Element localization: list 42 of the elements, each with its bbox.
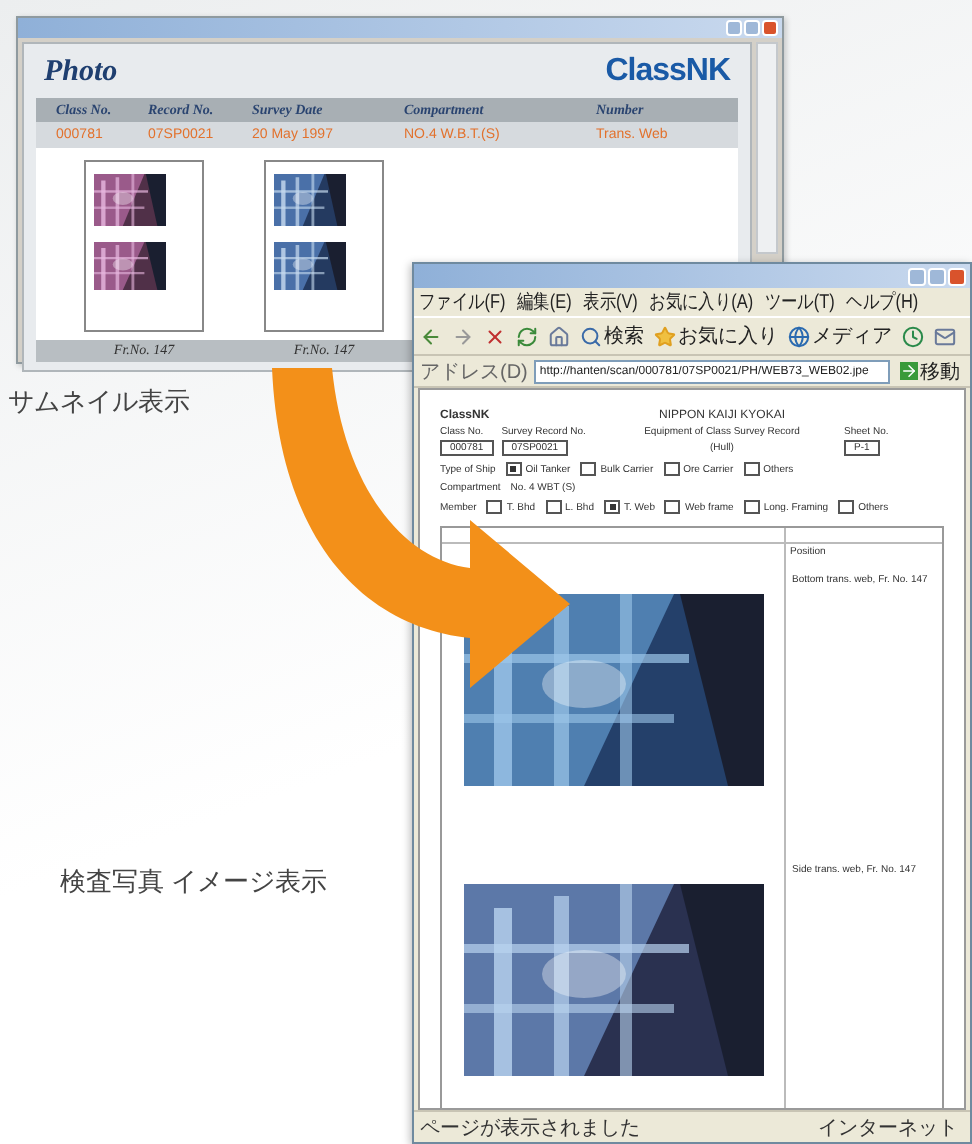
- menu-item[interactable]: 表示(V): [583, 288, 638, 316]
- zone-text: インターネット: [818, 1115, 958, 1141]
- checkbox[interactable]: [743, 500, 760, 514]
- go-button[interactable]: 移動: [896, 357, 964, 385]
- close-button[interactable]: [948, 267, 966, 285]
- address-label: アドレス(D): [420, 359, 528, 385]
- logo: ClassNK: [605, 54, 730, 90]
- star-icon: [654, 325, 676, 347]
- caption: サムネイル表示: [8, 384, 190, 420]
- favorites-button[interactable]: お気に入り: [654, 322, 778, 350]
- checkbox[interactable]: [664, 500, 681, 514]
- page-title: Photo: [44, 55, 118, 89]
- search-icon: [580, 325, 602, 347]
- menu-item[interactable]: ファイル(F): [418, 288, 506, 316]
- menu-item[interactable]: ヘルプ(H): [846, 288, 919, 316]
- menu-item[interactable]: 編集(E): [516, 288, 572, 316]
- mail-icon[interactable]: [934, 325, 956, 347]
- checkbox[interactable]: [838, 500, 855, 514]
- thumbnail[interactable]: [264, 160, 384, 332]
- checkbox[interactable]: [505, 462, 522, 476]
- scrollbar[interactable]: [756, 42, 778, 254]
- checkbox[interactable]: [486, 500, 503, 514]
- checkbox[interactable]: [743, 462, 760, 476]
- checkbox[interactable]: [663, 462, 680, 476]
- media-button[interactable]: メディア: [788, 322, 892, 350]
- back-icon[interactable]: [420, 325, 442, 347]
- status-text: ページが表示されました: [420, 1115, 640, 1141]
- search-button[interactable]: 検索: [580, 322, 644, 350]
- refresh-icon[interactable]: [516, 325, 538, 347]
- caption: 検査写真 イメージ表示: [60, 864, 328, 900]
- checkbox[interactable]: [580, 462, 597, 476]
- thumbnail[interactable]: [84, 160, 204, 332]
- menu-item[interactable]: ツール(T): [764, 288, 835, 316]
- stop-icon[interactable]: [484, 325, 506, 347]
- checkbox[interactable]: [604, 500, 620, 514]
- arrow-right-icon: [900, 362, 918, 380]
- close-button[interactable]: [762, 20, 778, 36]
- globe-icon: [788, 325, 810, 347]
- menu-item[interactable]: お気に入り(A): [649, 288, 754, 316]
- home-icon[interactable]: [548, 325, 570, 347]
- history-icon[interactable]: [902, 325, 924, 347]
- checkbox[interactable]: [545, 500, 562, 514]
